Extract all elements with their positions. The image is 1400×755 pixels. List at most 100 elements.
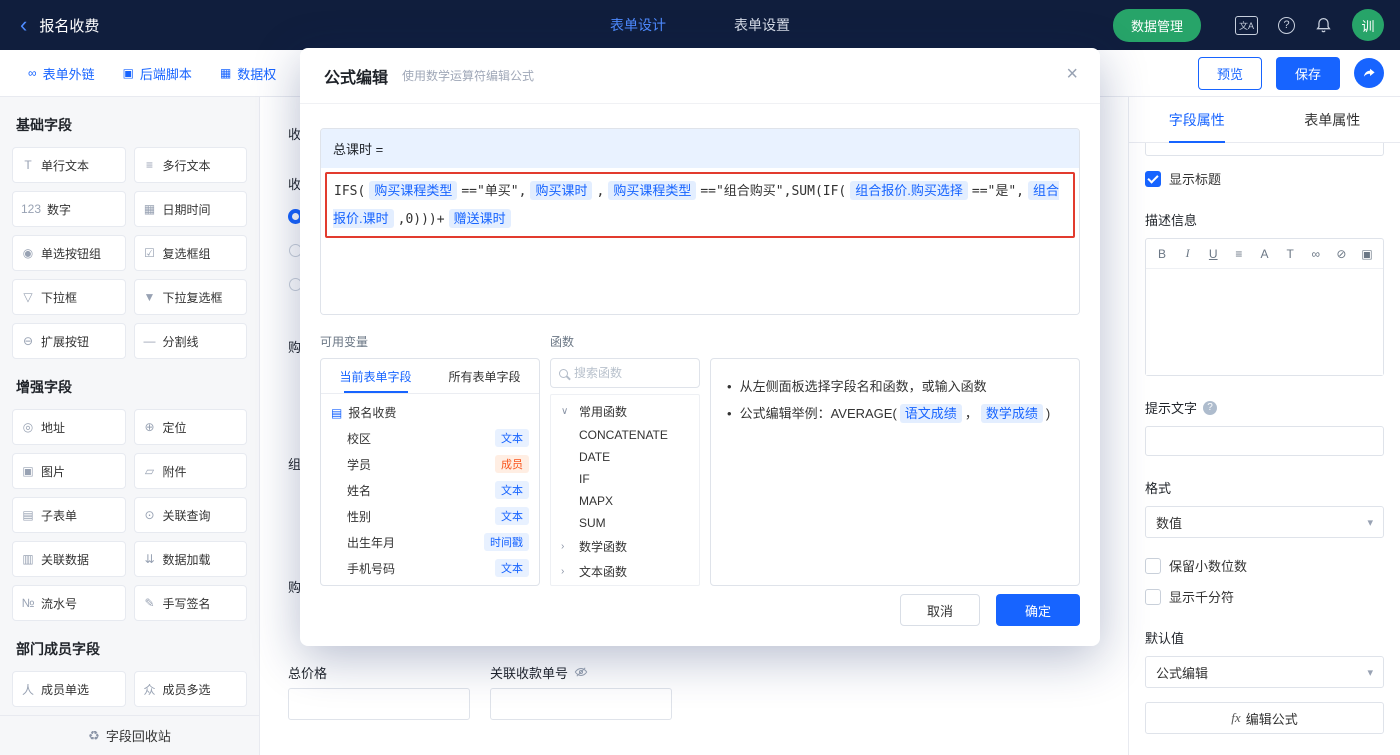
back-icon[interactable]: ‹ (20, 14, 27, 36)
formula-token[interactable]: =="组合购买",SUM(IF( (700, 184, 846, 199)
format-select[interactable]: 数值 ▾ (1145, 506, 1384, 538)
variable-item[interactable]: 手机号码 文本 (329, 555, 531, 581)
user-avatar[interactable]: 训 (1352, 9, 1384, 41)
formula-token[interactable]: 购买课程类型 (369, 181, 458, 200)
keep-decimals-checkbox[interactable] (1145, 557, 1161, 574)
image-icon[interactable]: ▣ (1360, 247, 1374, 261)
bold-icon[interactable]: B (1155, 247, 1169, 261)
field-type-button[interactable]: ☑ 复选框组 (133, 235, 247, 271)
formula-token[interactable]: 购买课时 (530, 181, 593, 200)
tab-field-properties[interactable]: 字段属性 (1129, 97, 1265, 142)
field-type-button[interactable]: ▼ 下拉复选框 (133, 279, 247, 315)
italic-icon[interactable]: I (1181, 246, 1195, 261)
field-type-button[interactable]: ≡ 多行文本 (133, 147, 247, 183)
thousands-separator-checkbox[interactable] (1145, 588, 1161, 605)
field-type-button[interactable]: 123 数字 (12, 191, 126, 227)
link-icon[interactable]: ∞ (1309, 247, 1323, 261)
field-type-button[interactable]: ▱ 附件 (133, 453, 247, 489)
data-manage-button[interactable]: 数据管理 (1112, 8, 1201, 42)
formula-token[interactable]: ,0)))+ (398, 212, 445, 227)
formula-input-area[interactable]: IFS(购买课程类型 =="单买", 购买课时, 购买课程类型 =="组合购买",SUM… (321, 168, 1079, 314)
variable-item[interactable]: 出生年月 时间戳 (329, 529, 531, 555)
align-icon[interactable]: ≡ (1232, 247, 1246, 261)
clipped-input[interactable] (1145, 143, 1384, 156)
function-item[interactable]: DATE (551, 446, 699, 468)
description-textarea[interactable] (1146, 269, 1383, 375)
formula-token[interactable]: , (596, 184, 604, 199)
field-type-button[interactable]: — 分割线 (133, 323, 247, 359)
field-type-button[interactable]: ⊖ 扩展按钮 (12, 323, 126, 359)
function-item[interactable]: SUM (551, 512, 699, 534)
unlink-icon[interactable]: ⊘ (1334, 247, 1348, 261)
hint-input[interactable] (1145, 426, 1384, 456)
field-type-button[interactable]: 人 成员单选 (12, 671, 126, 707)
save-button[interactable]: 保存 (1275, 56, 1340, 90)
edit-formula-button[interactable]: fx 编辑公式 (1145, 702, 1384, 734)
related-receipt-input[interactable] (490, 688, 672, 720)
function-item[interactable]: › 文本函数 (551, 559, 699, 584)
related-receipt-label: 关联收款单号 (490, 665, 569, 681)
formula-token[interactable]: =="单买", (461, 184, 526, 199)
toolbar-link[interactable]: ∞ 表单外链 (28, 64, 95, 83)
form-node[interactable]: ▤ 报名收费 (329, 400, 531, 425)
help-icon[interactable]: ? (1278, 16, 1295, 34)
basic-fields-grid: T 单行文本 ≡ 多行文本 123 数字 ▦ 日期时间 ◉ 单选按钮组 ☑ 复选… (12, 147, 247, 359)
toolbar-link[interactable]: ▦ 数据权 (220, 64, 276, 83)
variable-item[interactable]: 学员 成员 (329, 451, 531, 477)
field-type-icon: ⊙ (144, 508, 155, 522)
variable-type-tag: 文本 (495, 481, 529, 499)
formula-token[interactable]: =="是", (972, 184, 1024, 199)
chevron-down-icon: ▾ (1367, 666, 1373, 679)
preview-button[interactable]: 预览 (1197, 56, 1262, 90)
share-button[interactable] (1354, 58, 1384, 88)
function-item[interactable]: MAPX (551, 490, 699, 512)
confirm-button[interactable]: 确定 (996, 594, 1080, 626)
tab-form-properties[interactable]: 表单属性 (1265, 97, 1400, 142)
default-value-select[interactable]: 公式编辑 ▾ (1145, 656, 1384, 688)
field-type-button[interactable]: ⊕ 定位 (133, 409, 247, 445)
translate-icon[interactable]: 文A (1234, 15, 1258, 35)
tab-current-form-fields[interactable]: 当前表单字段 (321, 359, 430, 393)
close-icon[interactable]: × (1066, 64, 1078, 84)
show-title-checkbox[interactable] (1145, 170, 1161, 187)
font-color-icon[interactable]: A (1258, 247, 1272, 261)
question-icon[interactable]: ? (1203, 400, 1218, 415)
variable-item[interactable]: 校区 文本 (329, 425, 531, 451)
variable-item[interactable]: 性别 文本 (329, 503, 531, 529)
function-name: IF (579, 472, 590, 486)
notification-bell-icon[interactable] (1315, 17, 1332, 34)
field-type-button[interactable]: ▽ 下拉框 (12, 279, 126, 315)
tab-form-settings[interactable]: 表单设置 (734, 15, 790, 35)
field-type-button[interactable]: ▦ 日期时间 (133, 191, 247, 227)
function-item[interactable]: › 数学函数 (551, 534, 699, 559)
variable-item[interactable]: 姓名 文本 (329, 477, 531, 503)
field-type-icon: ▽ (23, 290, 33, 304)
field-type-button[interactable]: T 单行文本 (12, 147, 126, 183)
field-type-button[interactable]: ⊙ 关联查询 (133, 497, 247, 533)
field-type-button[interactable]: ◎ 地址 (12, 409, 126, 445)
formula-token[interactable]: 组合报价.购买选择 (850, 181, 968, 200)
field-type-button[interactable]: ▥ 关联数据 (12, 541, 126, 577)
function-search-input[interactable] (574, 366, 691, 380)
field-type-button[interactable]: ✎ 手写签名 (133, 585, 247, 621)
field-type-button[interactable]: № 流水号 (12, 585, 126, 621)
function-item[interactable]: ∨ 常用函数 (551, 399, 699, 424)
total-price-input[interactable] (288, 688, 470, 720)
font-size-icon[interactable]: T (1283, 247, 1297, 261)
tab-form-design[interactable]: 表单设计 (610, 15, 666, 35)
toolbar-link[interactable]: ▣ 后端脚本 (123, 64, 192, 83)
field-recycle-bin[interactable]: ♻ 字段回收站 (0, 715, 259, 755)
field-type-button[interactable]: ▤ 子表单 (12, 497, 126, 533)
tab-all-form-fields[interactable]: 所有表单字段 (430, 359, 539, 393)
function-item[interactable]: IF (551, 468, 699, 490)
cancel-button[interactable]: 取消 (900, 594, 980, 626)
function-item[interactable]: CONCATENATE (551, 424, 699, 446)
formula-token[interactable]: 购买课程类型 (608, 181, 697, 200)
field-type-button[interactable]: ◉ 单选按钮组 (12, 235, 126, 271)
formula-token[interactable]: IFS( (334, 184, 365, 199)
formula-token[interactable]: 赠送课时 (448, 209, 511, 228)
field-type-button[interactable]: 众 成员多选 (133, 671, 247, 707)
field-type-button[interactable]: ▣ 图片 (12, 453, 126, 489)
underline-icon[interactable]: U (1206, 247, 1220, 261)
field-type-button[interactable]: ⇊ 数据加载 (133, 541, 247, 577)
